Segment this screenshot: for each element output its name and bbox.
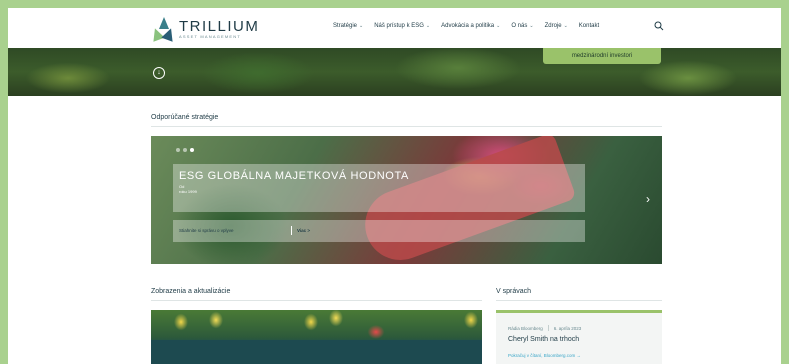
featured-slider[interactable]: ESG GLOBÁLNA MAJETKOVÁ HODNOTA Od roku 1… — [151, 136, 662, 264]
main-nav: Stratégie ⌄ Náš prístup k ESG ⌄ Advokácia … — [333, 23, 610, 29]
view-more-link[interactable]: Viac > — [297, 228, 310, 233]
nav-item-esg[interactable]: Náš prístup k ESG ⌄ — [374, 23, 430, 29]
nav-label: Advokácia a politika — [441, 23, 495, 29]
nav-item-kontakt[interactable]: Kontakt — [579, 23, 599, 29]
chevron-right-icon[interactable]: › — [646, 192, 650, 206]
site-header: TRILLIUM ASSET MANAGEMENT Stratégie ⌄ Náš… — [8, 8, 781, 48]
nav-item-advokacia[interactable]: Advokácia a politika ⌄ — [441, 23, 500, 29]
page-frame: TRILLIUM ASSET MANAGEMENT Stratégie ⌄ Náš… — [8, 8, 781, 364]
news-meta: Rádia Bloomberg 6. apríla 2023 — [508, 325, 581, 331]
logo-subtitle: ASSET MANAGEMENT — [179, 33, 242, 39]
slider-dots — [176, 148, 194, 152]
nav-item-zdroje[interactable]: Zdroje ⌄ — [545, 23, 568, 29]
chevron-down-icon: ⌄ — [425, 23, 431, 29]
nav-label: O nás — [511, 23, 528, 29]
chevron-down-icon: ⌄ — [529, 23, 534, 29]
slider-dot[interactable] — [183, 148, 187, 152]
tulips-image[interactable] — [151, 310, 482, 364]
impact-report-link[interactable]: Stiahnite si správu o vplyve — [179, 228, 234, 233]
arrow-down-circle-icon[interactable]: ↓ — [153, 67, 165, 79]
news-date: 6. apríla 2023 — [553, 325, 582, 331]
slide-title[interactable]: ESG GLOBÁLNA MAJETKOVÁ HODNOTA — [179, 170, 409, 182]
news-card[interactable]: Rádia Bloomberg 6. apríla 2023 Cheryl Sm… — [496, 310, 662, 364]
search-icon[interactable] — [654, 21, 664, 31]
slide-links-bar: Stiahnite si správu o vplyve Viac > — [173, 220, 585, 242]
divider — [151, 300, 482, 301]
chevron-down-icon: ⌄ — [496, 23, 501, 29]
nav-label: Kontakt — [578, 23, 600, 29]
nav-label: Stratégie — [333, 23, 358, 29]
slide-subtitle-year: roku 1999 — [179, 189, 197, 194]
slider-dot[interactable] — [176, 148, 180, 152]
divider — [496, 300, 662, 301]
nav-label: Náš prístup k ESG — [374, 23, 424, 29]
divider — [151, 126, 662, 127]
international-investors-button[interactable]: medzinárodní investori — [543, 48, 661, 64]
news-section-title: V správach — [496, 288, 532, 295]
slider-dot-active[interactable] — [190, 148, 194, 152]
nav-item-strategie[interactable]: Stratégie ⌄ — [333, 23, 363, 29]
hero-banner: ↓ medzinárodní investori — [8, 48, 781, 96]
trillium-logo[interactable]: TRILLIUM ASSET MANAGEMENT — [149, 17, 260, 42]
nav-label: Zdroje — [544, 23, 562, 29]
divider — [291, 226, 292, 235]
chevron-down-icon: ⌄ — [359, 23, 364, 29]
trillium-logo-icon — [149, 17, 177, 42]
divider — [547, 325, 549, 331]
image-overlay-band — [151, 340, 482, 364]
news-source: Rádia Bloomberg — [508, 325, 543, 331]
views-section-title: Zobrazenia a aktualizácie — [151, 288, 231, 295]
nav-item-o-nas[interactable]: O nás ⌄ — [511, 23, 533, 29]
chevron-down-icon: ⌄ — [563, 23, 568, 29]
news-title[interactable]: Cheryl Smith na trhoch — [508, 336, 579, 343]
logo-name: TRILLIUM — [179, 17, 260, 35]
slide-caption: ESG GLOBÁLNA MAJETKOVÁ HODNOTA Od roku 1… — [173, 164, 585, 212]
news-read-more-link[interactable]: Pokračuj v čítaní, Bloomberg.com → — [508, 353, 581, 358]
featured-section-title: Odporúčané stratégie — [151, 114, 219, 121]
